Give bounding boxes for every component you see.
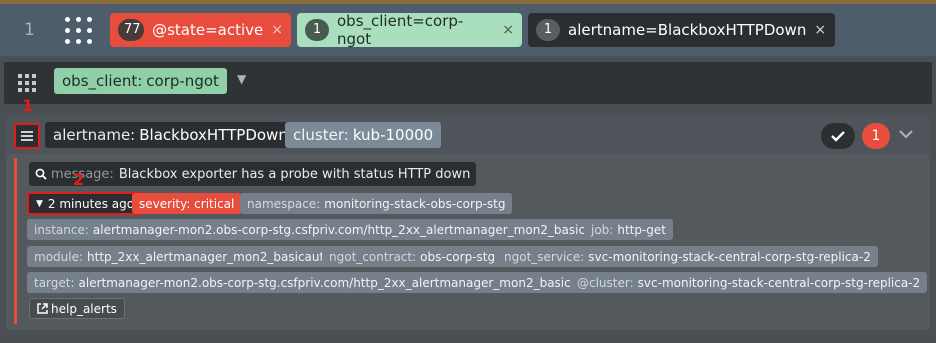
message-value: Blackbox exporter has a probe with statu… xyxy=(118,166,471,182)
help-alerts-link[interactable]: help_alerts xyxy=(29,298,125,319)
label-ngot-contract[interactable]: ngot_contract: obs-corp-stg xyxy=(322,246,503,267)
alert-card: alertname: BlackboxHTTPDown cluster: kub… xyxy=(6,116,930,330)
alert-count-badge: 1 xyxy=(862,123,890,149)
filter-chip-alertname[interactable]: 1 alertname=BlackboxHTTPDown × xyxy=(528,13,835,47)
chevron-down-icon[interactable]: ▼ xyxy=(237,72,246,86)
label-ngot-service[interactable]: ngot_service: svc-monitoring-stack-centra… xyxy=(497,246,878,267)
remove-filter-icon[interactable]: × xyxy=(502,22,514,38)
label-key: alertname: xyxy=(53,126,136,144)
group-key: obs_client: xyxy=(62,72,143,90)
filter-count-badge: 1 xyxy=(305,19,329,41)
filter-label: @state=active xyxy=(152,21,264,39)
time-dropdown[interactable]: ▼ 2 minutes ago xyxy=(27,192,144,215)
label-at-cluster[interactable]: @cluster: svc-monitoring-stack-central-co… xyxy=(570,272,928,293)
alert-group-header: obs_client: corp-ngot ▼ xyxy=(4,62,932,104)
group-label-chip[interactable]: obs_client: corp-ngot xyxy=(54,68,227,94)
label-key: cluster: xyxy=(293,126,349,144)
check-icon xyxy=(831,131,845,142)
severity-label[interactable]: severity: critical xyxy=(132,193,242,214)
label-job[interactable]: job: http-get xyxy=(584,219,674,240)
external-link-icon xyxy=(37,303,48,314)
time-label: 2 minutes ago xyxy=(47,196,135,211)
label-instance[interactable]: instance: alertmanager-mon2.obs-corp-stg.… xyxy=(27,219,620,240)
group-value: corp-ngot xyxy=(146,72,219,90)
remove-filter-icon[interactable]: × xyxy=(271,22,283,38)
remove-filter-icon[interactable]: × xyxy=(814,22,826,38)
cluster-label[interactable]: cluster: kub-10000 xyxy=(285,122,442,148)
alert-body: message: Blackbox exporter has a probe w… xyxy=(14,158,928,324)
grid-menu-icon[interactable] xyxy=(62,14,96,48)
filter-count: 1 xyxy=(24,20,35,40)
collapse-chevron-icon[interactable] xyxy=(899,124,913,143)
filter-label: obs_client=corp-ngot xyxy=(337,12,464,48)
filter-count-badge: 1 xyxy=(536,19,560,41)
link-label: help_alerts xyxy=(51,301,117,316)
label-value: BlackboxHTTPDown xyxy=(139,126,288,144)
filter-chip-obs-client[interactable]: 1 obs_client=corp-ngot × xyxy=(297,12,522,48)
alertname-label[interactable]: alertname: BlackboxHTTPDown xyxy=(45,122,296,148)
acknowledge-button[interactable] xyxy=(821,123,855,149)
label-target[interactable]: target: alertmanager-mon2.obs-corp-stg.cs… xyxy=(27,272,605,293)
caret-down-icon: ▼ xyxy=(36,198,43,209)
filter-count-badge: 77 xyxy=(118,19,145,41)
filter-bar: 1 77 @state=active × 1 obs_client=corp-n… xyxy=(0,4,936,56)
message-annotation[interactable]: message: Blackbox exporter has a probe w… xyxy=(29,162,477,186)
annotation-marker-2: 2 xyxy=(73,170,85,189)
menu-button[interactable] xyxy=(14,123,40,149)
alert-card-header: alertname: BlackboxHTTPDown cluster: kub… xyxy=(6,116,930,154)
label-namespace[interactable]: namespace: monitoring-stack-obs-corp-stg xyxy=(240,193,513,214)
label-module[interactable]: module: http_2xx_alertmanager_mon2_basica… xyxy=(27,246,339,267)
annotation-marker-1: 1 xyxy=(22,96,34,115)
group-grid-icon[interactable] xyxy=(18,74,36,92)
search-icon xyxy=(35,168,47,180)
hamburger-icon xyxy=(21,131,33,141)
label-value: kub-10000 xyxy=(352,126,434,144)
filter-chip-state[interactable]: 77 @state=active × xyxy=(110,13,291,47)
filter-label: alertname=BlackboxHTTPDown xyxy=(568,21,807,39)
